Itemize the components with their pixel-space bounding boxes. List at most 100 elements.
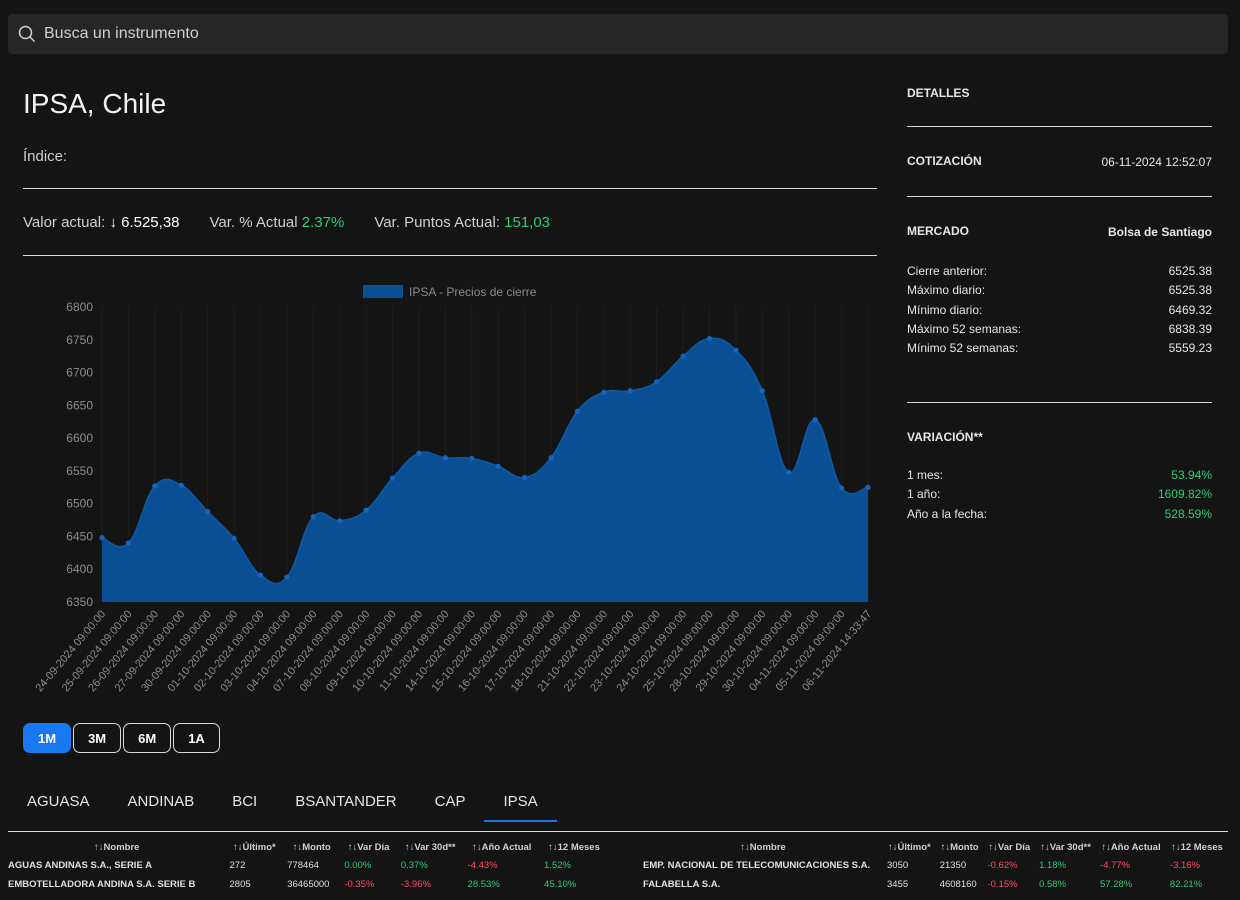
y-tick-label: 6400 (66, 562, 93, 576)
column-header[interactable]: ↑↓Año Actual (464, 838, 540, 856)
column-header[interactable]: ↑↓Var 30d** (1035, 838, 1096, 856)
table-header-row: ↑↓Nombre ↑↓Último* ↑↓Monto ↑↓Var Día ↑↓Var 3… (8, 838, 608, 856)
table-cell: 1.52% (544, 860, 571, 871)
down-arrow-icon: ↓ (109, 214, 117, 231)
tab-cap[interactable]: CAP (416, 782, 485, 822)
column-header[interactable]: ↑↓12 Meses (1166, 838, 1228, 856)
divider (23, 255, 877, 256)
data-point (495, 463, 501, 469)
instrument-type: Índice: (23, 148, 68, 165)
table-row[interactable]: FALABELLA S.A. 3455 4608160 -0.15% 0.58% 57.2… (643, 875, 1228, 894)
range-button-1a[interactable]: 1A (173, 723, 220, 753)
column-header[interactable]: ↑↓Nombre (643, 838, 883, 856)
variacion-row: 1 mes: 53.94% (907, 468, 1212, 482)
detail-label: Máximo diario: (907, 283, 986, 298)
y-tick-label: 6350 (66, 595, 93, 609)
y-tick-label: 6700 (66, 366, 93, 380)
data-point (310, 514, 316, 520)
column-header[interactable]: ↑↓Último* (883, 838, 936, 856)
detail-value: 6525.38 (1168, 264, 1212, 278)
column-header[interactable]: ↑↓12 Meses (540, 838, 608, 856)
data-point (812, 417, 818, 423)
detail-label: Mínimo 52 semanas: (907, 341, 1019, 356)
data-point (125, 540, 132, 546)
data-point (363, 507, 369, 513)
tab-aguasa[interactable]: AGUASA (8, 782, 109, 822)
divider (907, 196, 1212, 197)
range-button-1m[interactable]: 1M (23, 723, 72, 753)
data-point (759, 388, 765, 394)
column-header[interactable]: ↑↓Var 30d** (397, 838, 464, 856)
instrument-name-cell: FALABELLA S.A. (643, 879, 721, 890)
tab-andinab[interactable]: ANDINAB (109, 782, 214, 822)
detail-row: Mínimo diario: 6469.32 (907, 303, 1212, 317)
details-heading: DETALLES (907, 86, 970, 100)
detail-row: Máximo diario: 6525.38 (907, 283, 1212, 297)
table-cell: 82.21% (1169, 879, 1203, 890)
variacion-value: 528.59% (1164, 506, 1212, 521)
data-point (838, 485, 845, 491)
instrument-name-cell: EMBOTELLADORA ANDINA S.A. SERIE B (8, 879, 196, 890)
variacion-row: 1 año: 1609.82% (907, 487, 1212, 501)
column-header[interactable]: ↑↓Último* (226, 838, 284, 856)
detail-value: 6469.32 (1168, 302, 1212, 317)
range-button-3m[interactable]: 3M (73, 723, 122, 753)
column-header[interactable]: ↑↓Var Día (340, 838, 397, 856)
data-point (99, 535, 105, 541)
column-header[interactable]: ↑↓Nombre (8, 838, 226, 856)
range-button-6m[interactable]: 6M (123, 723, 172, 753)
tab-ipsa[interactable]: IPSA (484, 782, 557, 822)
table-cell: 0.37% (400, 860, 428, 871)
table-cell: -4.77% (1100, 860, 1131, 871)
data-point (522, 474, 528, 481)
current-value-number: 6.525,38 (121, 214, 180, 231)
detail-value: 5559.23 (1168, 341, 1212, 356)
column-header[interactable]: ↑↓Monto (283, 838, 340, 856)
detail-row: Máximo 52 semanas: 6838.39 (907, 322, 1212, 336)
column-header[interactable]: ↑↓Var Día (983, 838, 1035, 856)
tab-bci[interactable]: BCI (213, 782, 276, 822)
table-row[interactable]: AGUAS ANDINAS S.A., SERIE A 272 778464 0.00… (8, 856, 608, 875)
data-point (654, 379, 660, 385)
price-stats: Valor actual: ↓ 6.525,38 Var. % Actual 2… (23, 214, 550, 231)
variacion-label: 1 año: (907, 487, 941, 502)
detail-value: 6525.38 (1168, 283, 1212, 298)
instruments-table-left: ↑↓Nombre ↑↓Último* ↑↓Monto ↑↓Var Día ↑↓Var 3… (8, 838, 608, 894)
search-bar[interactable] (8, 14, 1228, 54)
table-row[interactable]: EMBOTELLADORA ANDINA S.A. SERIE B 2805 364… (8, 875, 608, 894)
detail-label: Máximo 52 semanas: (907, 321, 1022, 336)
table-cell: 0.58% (1039, 879, 1067, 890)
data-point (548, 455, 554, 461)
tab-bsantander[interactable]: BSANTANDER (276, 782, 415, 822)
table-cell: 57.28% (1100, 879, 1133, 890)
data-point (231, 535, 237, 542)
data-point (284, 574, 290, 580)
data-point (733, 347, 739, 353)
variacion-label: 1 mes: (907, 468, 944, 482)
data-point (442, 455, 448, 461)
instrument-name-cell: EMP. NACIONAL DE TELECOMUNICACIONES S.A. (643, 860, 871, 871)
variacion-row: Año a la fecha: 528.59% (907, 507, 1212, 521)
data-point (627, 388, 633, 394)
mercado-label: MERCADO (907, 224, 969, 238)
page-title: IPSA, Chile (23, 88, 167, 119)
data-point (706, 335, 713, 342)
data-point (601, 389, 607, 395)
search-input[interactable] (44, 25, 644, 43)
search-icon (18, 25, 36, 43)
column-header[interactable]: ↑↓Año Actual (1096, 838, 1166, 856)
detail-row: Cierre anterior: 6525.38 (907, 264, 1212, 278)
y-tick-label: 6750 (66, 333, 93, 347)
variacion-label: Año a la fecha: (907, 506, 988, 521)
var-pct: Var. % Actual 2.37% (210, 214, 345, 231)
data-point (205, 508, 211, 515)
area-fill (102, 338, 868, 602)
column-header[interactable]: ↑↓Monto (936, 838, 984, 856)
variacion-value: 53.94% (1171, 468, 1212, 482)
instrument-name-cell: AGUAS ANDINAS S.A., SERIE A (8, 860, 152, 871)
y-tick-label: 6650 (66, 398, 93, 412)
cotizacion-value: 06-11-2024 12:52:07 (1101, 155, 1212, 169)
table-row[interactable]: EMP. NACIONAL DE TELECOMUNICACIONES S.A.… (643, 856, 1228, 875)
table-cell: -3.96% (400, 879, 431, 890)
table-header-row: ↑↓Nombre ↑↓Último* ↑↓Monto ↑↓Var Día ↑↓Var 3… (643, 838, 1228, 856)
